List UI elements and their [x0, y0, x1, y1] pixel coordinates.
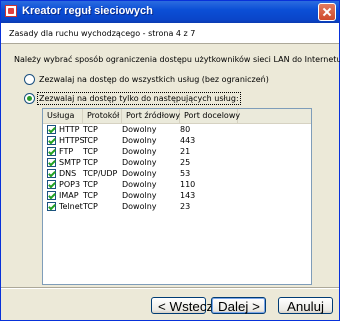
cancel-button[interactable]: Anuluj — [278, 297, 333, 314]
table-row[interactable]: IMAP TCP Dowolny 143 — [43, 191, 311, 201]
service-checkbox[interactable] — [47, 147, 56, 156]
service-dest-port: 443 — [180, 136, 196, 145]
service-dest-port: 80 — [180, 125, 191, 134]
service-name: POP3 — [59, 180, 81, 189]
table-row[interactable]: DNS TCP/UDP Dowolny 53 — [43, 169, 311, 179]
service-protocol: TCP — [83, 191, 98, 200]
service-protocol: TCP — [83, 202, 98, 211]
column-header-protocol[interactable]: Protokół — [83, 109, 122, 123]
close-icon[interactable] — [318, 3, 336, 21]
title-bar[interactable]: Kreator reguł sieciowych — [1, 1, 339, 23]
service-dest-port: 143 — [180, 191, 196, 200]
service-dest-port: 25 — [180, 158, 191, 167]
column-header-dest-port[interactable]: Port docelowy — [180, 109, 240, 123]
service-source-port: Dowolny — [122, 158, 157, 167]
service-dest-port: 53 — [180, 169, 191, 178]
service-protocol: TCP — [83, 125, 98, 134]
service-name: SMTP — [59, 158, 81, 167]
service-source-port: Dowolny — [122, 191, 157, 200]
service-protocol: TCP — [83, 180, 98, 189]
table-row[interactable]: POP3 TCP Dowolny 110 — [43, 180, 311, 190]
service-name: HTTPS — [59, 136, 85, 145]
service-source-port: Dowolny — [122, 180, 157, 189]
service-protocol: TCP — [83, 136, 98, 145]
service-protocol: TCP — [83, 147, 98, 156]
service-source-port: Dowolny — [122, 147, 157, 156]
window-title: Kreator reguł sieciowych — [22, 5, 153, 17]
instruction-text: Należy wybrać sposób ograniczenia dostęp… — [14, 55, 340, 64]
service-protocol: TCP/UDP — [83, 169, 118, 178]
service-checkbox[interactable] — [47, 169, 56, 178]
service-source-port: Dowolny — [122, 202, 157, 211]
table-row[interactable]: HTTP TCP Dowolny 80 — [43, 125, 311, 135]
service-source-port: Dowolny — [122, 136, 157, 145]
radio-label-all[interactable]: Zezwalaj na dostęp do wszystkich usług (… — [39, 75, 269, 84]
service-name: FTP — [59, 147, 74, 156]
back-button[interactable]: < Wstecz — [151, 297, 213, 314]
service-checkbox[interactable] — [47, 158, 56, 167]
wizard-header: Zasady dla ruchu wychodzącego - strona 4… — [1, 23, 339, 44]
table-row[interactable]: FTP TCP Dowolny 21 — [43, 147, 311, 157]
service-name: Telnet — [59, 202, 83, 211]
service-checkbox[interactable] — [47, 125, 56, 134]
service-dest-port: 110 — [180, 180, 196, 189]
page-title: Zasady dla ruchu wychodzącego - strona 4… — [9, 29, 196, 38]
service-checkbox[interactable] — [47, 202, 56, 211]
service-dest-port: 23 — [180, 202, 191, 211]
service-protocol: TCP — [83, 158, 98, 167]
service-source-port: Dowolny — [122, 169, 157, 178]
services-list[interactable]: Usługa Protokół Port źródłowy Port docel… — [42, 108, 312, 285]
service-name: DNS — [59, 169, 77, 178]
wizard-window: Kreator reguł sieciowych Zasady dla ruch… — [0, 0, 340, 321]
column-header-source-port[interactable]: Port źródłowy — [122, 109, 180, 123]
next-button[interactable]: Dalej > — [211, 297, 266, 314]
radio-button-selected[interactable] — [24, 93, 35, 104]
footer-divider — [1, 287, 339, 289]
service-source-port: Dowolny — [122, 125, 157, 134]
column-header-service[interactable]: Usługa — [43, 109, 83, 123]
service-name: IMAP — [59, 191, 79, 200]
service-checkbox[interactable] — [47, 136, 56, 145]
app-icon — [5, 5, 17, 17]
table-row[interactable]: Telnet TCP Dowolny 23 — [43, 202, 311, 212]
list-header: Usługa Protokół Port źródłowy Port docel… — [43, 109, 311, 124]
service-name: HTTP — [59, 125, 80, 134]
radio-label-selected[interactable]: Zezwalaj na dostęp tylko do następującyc… — [37, 92, 241, 105]
service-dest-port: 21 — [180, 147, 191, 156]
radio-button-all[interactable] — [24, 74, 35, 85]
service-checkbox[interactable] — [47, 180, 56, 189]
table-row[interactable]: SMTP TCP Dowolny 25 — [43, 158, 311, 168]
service-checkbox[interactable] — [47, 191, 56, 200]
table-row[interactable]: HTTPS TCP Dowolny 443 — [43, 136, 311, 146]
